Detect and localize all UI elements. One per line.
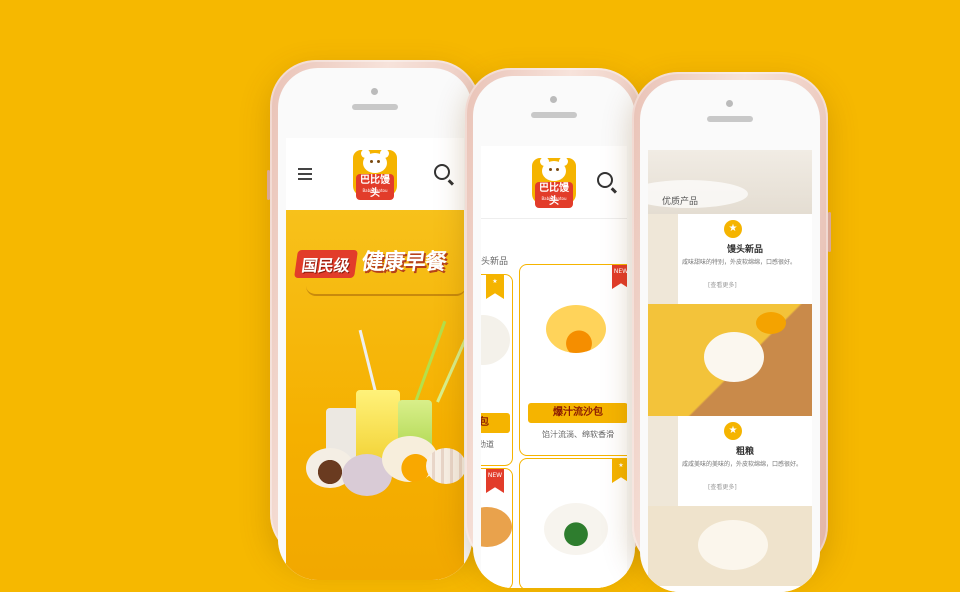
item-desc: 咸咸美味的美味的，外皮软绵绵，口感很好。	[682, 461, 803, 468]
power-button	[828, 212, 831, 252]
product-card[interactable]: ★ 菜包 香劲道	[481, 274, 513, 466]
banner-swoosh	[306, 286, 464, 296]
straw	[436, 328, 464, 403]
product-image	[481, 507, 512, 547]
front-camera	[371, 88, 378, 95]
star-icon: ★	[724, 422, 742, 440]
logo-text: 巴比馒头	[356, 174, 394, 200]
star-icon: ★	[724, 220, 742, 238]
phone-mockup-products: 巴比馒头 Babi Mantou 头新品 ★ 菜包 香劲道 NEW 爆汁流沙包 …	[465, 68, 643, 588]
screen-list: 优质产品 ★ 馒头新品 咸味甜味的特别，外皮软绵绵，口感很好。 [查看更多] ★…	[648, 150, 812, 592]
view-more-link[interactable]: [查看更多]	[708, 482, 737, 491]
product-desc: 香劲道	[481, 440, 494, 449]
product-card[interactable]: NEW	[481, 468, 513, 588]
product-image	[481, 315, 510, 365]
item-thumbnail	[648, 214, 678, 304]
product-image	[544, 503, 608, 555]
menu-icon[interactable]	[298, 168, 312, 180]
volume-button	[267, 170, 270, 200]
soup-bowl-image	[756, 312, 786, 334]
product-card[interactable]: NEW 爆汁流沙包 馅汁流淌、绵软香滑	[519, 264, 627, 456]
item-title: 馒头新品	[726, 245, 763, 255]
speaker-grille	[352, 104, 398, 110]
section-header: 优质产品	[648, 150, 812, 214]
product-photo	[648, 506, 812, 586]
product-desc: 馅汁流淌、绵软香滑	[542, 430, 614, 439]
featured-badge: ★	[486, 275, 504, 299]
front-camera	[550, 96, 557, 103]
product-card[interactable]: ★	[519, 458, 627, 588]
section-label: 头新品	[481, 257, 509, 267]
app-header: 巴比馒头 Babi Mantou	[481, 146, 627, 219]
phone-mockup-list: 优质产品 ★ 馒头新品 咸味甜味的特别，外皮软绵绵，口感很好。 [查看更多] ★…	[632, 72, 831, 592]
banner-headline: 健康早餐	[359, 250, 448, 275]
swirl-bun	[426, 448, 464, 484]
app-header: 巴比馒头 Babi Mantou	[286, 138, 464, 211]
product-label: 爆汁流沙包	[528, 403, 627, 423]
item-title: 粗粮	[735, 447, 754, 457]
list-item[interactable]: ★ 馒头新品 咸味甜味的特别，外皮软绵绵，口感很好。 [查看更多]	[648, 214, 812, 305]
item-desc: 咸味甜味的特别，外皮软绵绵，口感很好。	[682, 259, 797, 266]
featured-badge: ★	[612, 459, 627, 483]
brand-logo[interactable]: 巴比馒头 Babi Mantou	[353, 149, 397, 200]
logo-subtext: Babi Mantou	[362, 188, 388, 193]
bear-mascot-icon	[361, 149, 389, 173]
view-more-link[interactable]: [查看更多]	[708, 280, 737, 289]
brand-logo[interactable]: 巴比馒头 Babi Mantou	[532, 157, 576, 208]
product-image	[546, 305, 606, 353]
product-label: 菜包	[481, 413, 510, 433]
product-photo	[648, 304, 812, 416]
hero-banner[interactable]: 国民级 健康早餐	[286, 210, 464, 580]
new-badge: NEW	[486, 469, 504, 493]
speaker-grille	[531, 112, 577, 118]
speaker-grille	[707, 116, 753, 122]
logo-subtext: Babi Mantou	[541, 196, 567, 201]
plate-image	[704, 332, 764, 382]
search-icon[interactable]	[597, 172, 613, 188]
front-camera	[726, 100, 733, 107]
item-thumbnail	[648, 416, 678, 506]
screen-home: 巴比馒头 Babi Mantou 国民级 健康早餐	[286, 138, 464, 580]
phone-mockup-home: 巴比馒头 Babi Mantou 国民级 健康早餐	[267, 60, 480, 580]
new-badge: NEW	[612, 265, 627, 289]
search-icon[interactable]	[434, 164, 450, 180]
banner-tag: 国民级	[294, 250, 358, 278]
phone-bezel: 优质产品 ★ 馒头新品 咸味甜味的特别，外皮软绵绵，口感很好。 [查看更多] ★…	[640, 80, 820, 592]
screen-products: 巴比馒头 Babi Mantou 头新品 ★ 菜包 香劲道 NEW 爆汁流沙包 …	[481, 146, 627, 588]
bear-mascot-icon	[540, 157, 568, 181]
phone-bezel: 巴比馒头 Babi Mantou 头新品 ★ 菜包 香劲道 NEW 爆汁流沙包 …	[473, 76, 635, 588]
list-item[interactable]: ★ 粗粮 咸咸美味的美味的，外皮软绵绵，口感很好。 [查看更多]	[648, 416, 812, 507]
logo-text: 巴比馒头	[535, 182, 573, 208]
bun-image	[698, 520, 768, 570]
section-title: 优质产品	[662, 197, 699, 207]
phone-bezel: 巴比馒头 Babi Mantou 国民级 健康早餐	[278, 68, 472, 580]
